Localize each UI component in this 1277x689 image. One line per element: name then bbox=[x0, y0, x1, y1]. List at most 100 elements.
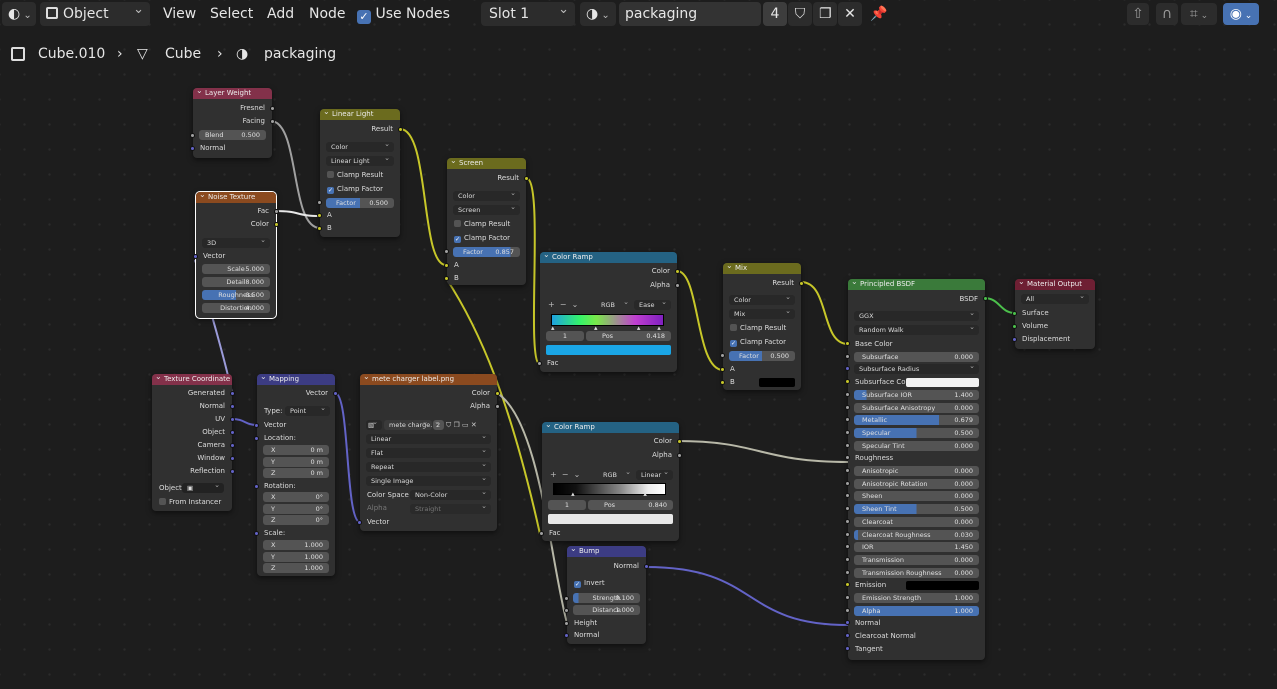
close-icon[interactable]: ✕ bbox=[471, 421, 477, 429]
socket[interactable] bbox=[720, 367, 725, 372]
bsdf-field-clearcoat-roughness[interactable]: Clearcoat Roughness 0.030 bbox=[854, 529, 979, 540]
map-loc-z[interactable]: Z0 m bbox=[263, 468, 329, 478]
scale-field[interactable]: Scale 5.000 bbox=[202, 264, 270, 274]
bsdf-field-subsurface[interactable]: Subsurface 0.000 bbox=[854, 351, 979, 362]
socket[interactable] bbox=[230, 469, 235, 474]
color-ramp-gradient[interactable] bbox=[551, 314, 664, 326]
extension-dropdown[interactable]: Repeat bbox=[366, 462, 491, 472]
socket[interactable] bbox=[537, 361, 542, 366]
socket[interactable] bbox=[524, 176, 529, 181]
bsdf-field-metallic[interactable]: Metallic 0.679 bbox=[854, 415, 979, 426]
socket[interactable] bbox=[677, 453, 682, 458]
add-stop-icon[interactable]: + bbox=[548, 300, 555, 309]
alpha-mode-dropdown[interactable]: Straight bbox=[410, 504, 491, 514]
stop-position-field[interactable]: Pos 0.840 bbox=[588, 500, 673, 510]
socket[interactable] bbox=[983, 296, 988, 301]
socket[interactable] bbox=[675, 283, 680, 288]
roughness-field[interactable]: Roughness 0.500 bbox=[202, 290, 270, 300]
node-image-texture[interactable]: mete charger label.png Color Alpha ▧ met… bbox=[357, 374, 500, 531]
bsdf-field-ior[interactable]: IOR 1.450 bbox=[854, 542, 979, 553]
factor-field[interactable]: Factor 0.857 bbox=[453, 247, 520, 257]
blend-mode-dropdown[interactable]: Linear Light bbox=[326, 156, 394, 166]
socket[interactable] bbox=[564, 596, 569, 601]
node-header[interactable]: Linear Light bbox=[320, 109, 400, 120]
node-layer-weight[interactable]: Layer Weight Fresnel Facing Blend 0.500 … bbox=[190, 88, 275, 158]
socket[interactable] bbox=[845, 429, 850, 435]
map-scl-y[interactable]: Y 1.000 bbox=[263, 551, 329, 562]
color-mode-dropdown[interactable]: RGB bbox=[596, 300, 633, 310]
image-browse-button[interactable]: ▧ bbox=[366, 420, 382, 430]
menu-node[interactable]: Node bbox=[309, 2, 346, 26]
socket[interactable] bbox=[398, 127, 403, 132]
socket[interactable] bbox=[845, 404, 850, 410]
socket[interactable] bbox=[317, 226, 322, 231]
menu-add[interactable]: Add bbox=[267, 2, 294, 26]
distortion-field[interactable]: Distortion 4.000 bbox=[202, 303, 270, 313]
socket[interactable] bbox=[230, 417, 235, 422]
map-scl-z[interactable]: Z 1.000 bbox=[263, 563, 329, 573]
distribution-dropdown[interactable]: GGX bbox=[854, 311, 979, 321]
node-header[interactable]: Bump bbox=[567, 546, 646, 557]
stop-color-swatch[interactable] bbox=[546, 345, 671, 355]
node-header[interactable]: Material Output bbox=[1015, 279, 1095, 290]
socket[interactable] bbox=[845, 506, 850, 512]
snap-options-dropdown[interactable]: ⌗ ⌄ bbox=[1181, 3, 1217, 25]
bsdf-field-sheen[interactable]: Sheen 0.000 bbox=[854, 491, 979, 502]
bsdf-field-emission-strength[interactable]: Emission Strength 1.000 bbox=[854, 593, 979, 603]
node-color-ramp-2[interactable]: Color Ramp Color Alpha + − ⌄ RGB Linear … bbox=[539, 422, 682, 541]
socket[interactable] bbox=[444, 263, 449, 268]
socket[interactable] bbox=[720, 353, 725, 358]
socket[interactable] bbox=[845, 595, 850, 600]
socket[interactable] bbox=[270, 119, 275, 124]
clamp-result-checkbox[interactable]: Clamp Result bbox=[723, 322, 801, 334]
bsdf-field-alpha[interactable]: Alpha 1.000 bbox=[854, 605, 979, 616]
stop-color-swatch[interactable] bbox=[548, 514, 673, 524]
interpolation-dropdown[interactable]: Linear bbox=[366, 434, 491, 444]
socket[interactable] bbox=[190, 146, 195, 151]
socket[interactable] bbox=[845, 366, 850, 372]
data-type-dropdown[interactable]: Color bbox=[326, 142, 394, 152]
folder-icon[interactable]: ▭ bbox=[462, 421, 469, 429]
source-dropdown[interactable]: Single Image bbox=[366, 476, 491, 486]
add-stop-icon[interactable]: + bbox=[550, 470, 557, 479]
image-name-field[interactable]: mete charge... bbox=[384, 420, 432, 430]
socket[interactable] bbox=[1012, 324, 1017, 329]
data-type-dropdown[interactable]: Color bbox=[729, 295, 795, 305]
socket[interactable] bbox=[230, 430, 235, 435]
socket[interactable] bbox=[564, 608, 569, 613]
node-header[interactable]: Mix bbox=[723, 263, 801, 274]
clamp-result-checkbox[interactable]: Clamp Result bbox=[447, 218, 526, 230]
user-count-button[interactable]: 4 bbox=[763, 2, 787, 26]
socket[interactable] bbox=[845, 442, 850, 448]
invert-checkbox[interactable]: ✓ Invert bbox=[567, 577, 646, 589]
socket[interactable] bbox=[357, 520, 362, 525]
socket[interactable] bbox=[254, 484, 259, 489]
stop-index-field[interactable]: 1 bbox=[546, 331, 584, 341]
socket[interactable] bbox=[254, 423, 259, 428]
image-users-count[interactable]: 2 bbox=[433, 420, 444, 430]
distance-field[interactable]: Distance 1.000 bbox=[573, 605, 640, 615]
colorspace-dropdown[interactable]: Non-Color bbox=[410, 490, 491, 500]
node-header[interactable]: Color Ramp bbox=[542, 422, 679, 433]
map-loc-y[interactable]: Y0 m bbox=[263, 456, 329, 467]
socket[interactable] bbox=[845, 417, 850, 423]
socket[interactable] bbox=[845, 607, 850, 613]
subsurface-method-dropdown[interactable]: Random Walk bbox=[854, 325, 979, 335]
slot-dropdown[interactable]: Slot 1 bbox=[481, 0, 575, 26]
bsdf-field-subsurface-ior[interactable]: Subsurface IOR 1.400 bbox=[854, 389, 979, 400]
blend-mode-dropdown[interactable]: Mix bbox=[729, 309, 795, 319]
fake-user-button[interactable]: ⛉ bbox=[788, 2, 812, 26]
use-nodes-checkbox[interactable]: ✓ Use Nodes bbox=[357, 2, 450, 26]
socket[interactable] bbox=[845, 468, 850, 473]
socket[interactable] bbox=[444, 276, 449, 281]
socket[interactable] bbox=[230, 443, 235, 448]
projection-dropdown[interactable]: Flat bbox=[366, 448, 491, 458]
map-scl-x[interactable]: X 1.000 bbox=[263, 540, 329, 550]
node-mix[interactable]: Mix Result Color Mix Clamp Result ✓Clamp… bbox=[720, 263, 804, 390]
socket[interactable] bbox=[193, 254, 198, 259]
socket[interactable] bbox=[230, 456, 235, 461]
socket[interactable] bbox=[254, 531, 259, 536]
detail-field[interactable]: Detail 8.000 bbox=[202, 277, 270, 287]
color-swatch[interactable] bbox=[906, 581, 979, 591]
strength-field[interactable]: Strength 0.100 bbox=[573, 593, 640, 603]
